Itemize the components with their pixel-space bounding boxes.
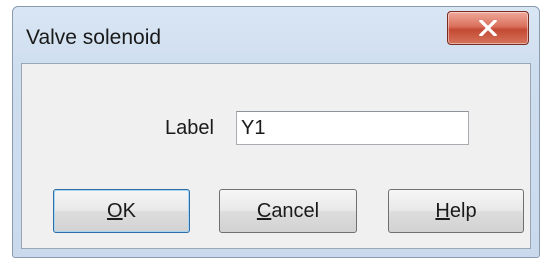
dialog-window: Valve solenoid Label OK Cancel Help xyxy=(12,6,540,258)
window-title: Valve solenoid xyxy=(26,26,162,49)
cancel-mnemonic: C xyxy=(256,199,272,222)
help-mnemonic: H xyxy=(435,199,450,222)
label-input[interactable] xyxy=(236,111,469,145)
cancel-label-rest: ancel xyxy=(271,199,320,222)
close-x-icon xyxy=(479,20,497,36)
cancel-button[interactable]: Cancel xyxy=(219,189,357,233)
help-label-rest: elp xyxy=(449,199,477,222)
label-caption: Label xyxy=(165,117,214,139)
dialog-client-area: Label OK Cancel Help xyxy=(21,63,531,249)
close-button[interactable] xyxy=(447,11,529,45)
ok-mnemonic: O xyxy=(107,199,123,222)
ok-label-rest: K xyxy=(122,199,136,222)
help-button[interactable]: Help xyxy=(388,189,524,233)
title-bar[interactable]: Valve solenoid xyxy=(13,7,539,61)
ok-button[interactable]: OK xyxy=(53,189,190,233)
